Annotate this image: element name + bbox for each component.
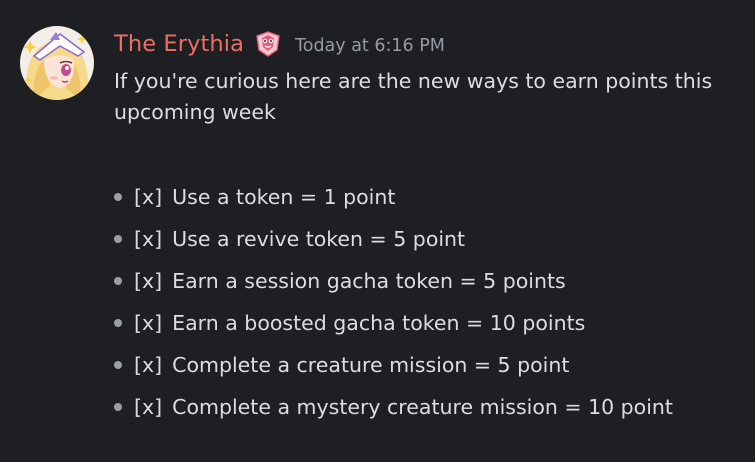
points-list: [x] Use a token = 1 point [x] Use a revive… — [114, 176, 745, 428]
checkbox-marker: [x] — [134, 269, 163, 293]
checkbox-marker: [x] — [134, 353, 163, 377]
checkbox-marker: [x] — [134, 227, 163, 251]
list-item-label: Earn a session gacha token = 5 points — [172, 269, 566, 293]
checkbox-marker: [x] — [134, 311, 163, 335]
message-content: The Erythia Today at 6:16 PM If you're c… — [114, 24, 745, 428]
list-item: [x] Earn a boosted gacha token = 10 point… — [114, 302, 745, 344]
list-item: [x] Use a token = 1 point — [114, 176, 745, 218]
checkbox-marker: [x] — [134, 395, 163, 419]
username[interactable]: The Erythia — [114, 31, 244, 57]
avatar-image — [20, 26, 94, 100]
list-item: [x] Earn a session gacha token = 5 points — [114, 260, 745, 302]
message-text: If you're curious here are the new ways … — [114, 69, 713, 124]
bullet-icon — [114, 235, 122, 243]
list-item-label: Use a token = 1 point — [172, 185, 396, 209]
bullet-icon — [114, 319, 122, 327]
bullet-icon — [114, 277, 122, 285]
bullet-icon — [114, 361, 122, 369]
message-header: The Erythia Today at 6:16 PM — [114, 24, 745, 64]
list-item-label: Use a revive token = 5 point — [172, 227, 466, 251]
checkbox-marker: [x] — [134, 185, 163, 209]
list-item: [x] Complete a creature mission = 5 point — [114, 344, 745, 386]
list-item-label: Complete a mystery creature mission = 10… — [172, 395, 673, 419]
message-timestamp[interactable]: Today at 6:16 PM — [295, 36, 445, 56]
pink-gem-badge-icon[interactable] — [253, 30, 283, 58]
list-item: [x] Use a revive token = 5 point — [114, 218, 745, 260]
bullet-icon — [114, 193, 122, 201]
list-item: [x] Complete a mystery creature mission =… — [114, 386, 745, 428]
list-item-label: Complete a creature mission = 5 point — [172, 353, 570, 377]
bullet-icon — [114, 403, 122, 411]
user-avatar[interactable] — [20, 26, 94, 100]
list-item-label: Earn a boosted gacha token = 10 points — [172, 311, 586, 335]
